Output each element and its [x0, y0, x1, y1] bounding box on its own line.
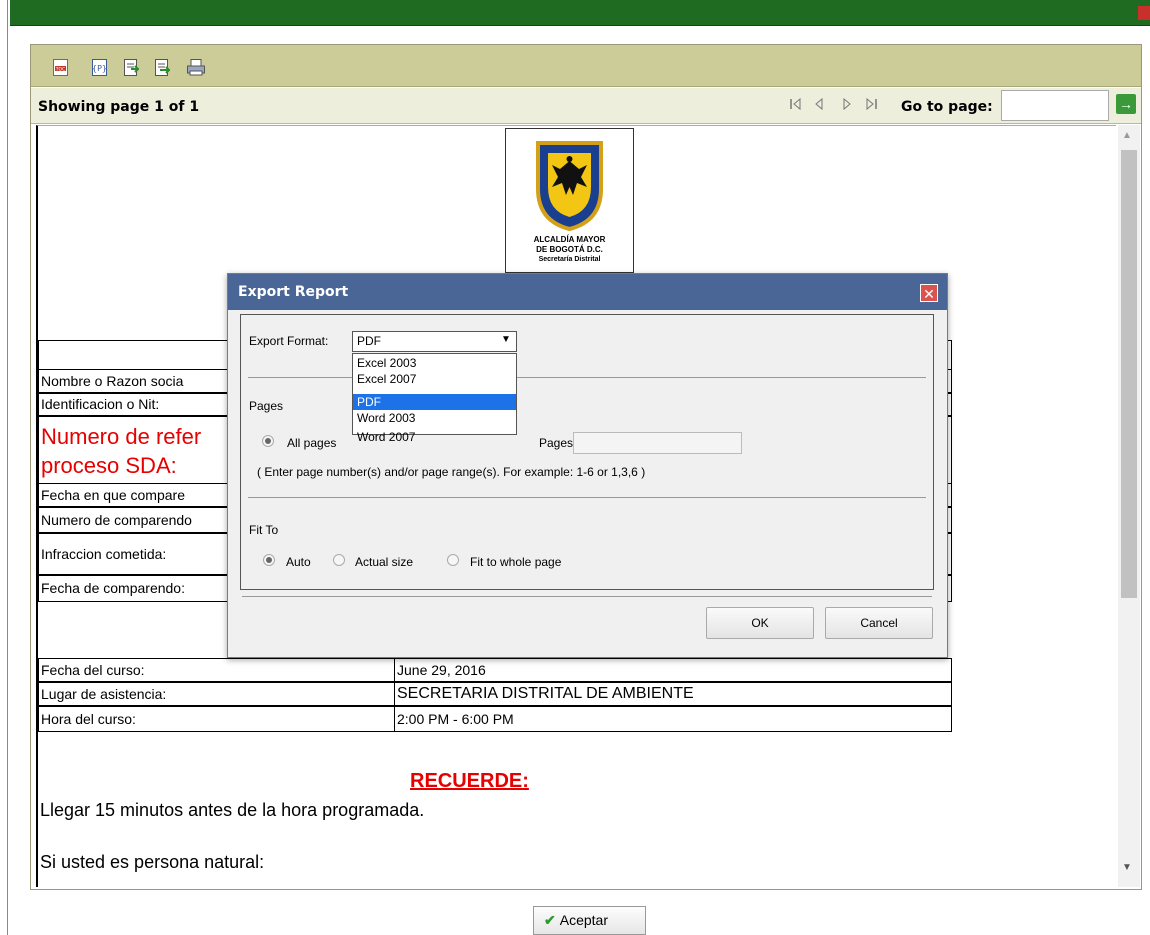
export-format-label: Export Format: — [249, 334, 329, 348]
pages-label: Pages: — [539, 436, 577, 450]
chevron-down-icon[interactable]: ▼ — [501, 334, 511, 345]
scroll-down-icon[interactable]: ▼ — [1122, 862, 1132, 873]
fit-to-heading: Fit To — [249, 523, 279, 537]
row-label: Identificacion o Nit: — [41, 396, 160, 412]
toc-icon[interactable]: TOC — [53, 59, 68, 76]
scroll-up-icon[interactable]: ▲ — [1122, 130, 1132, 141]
logo-line-2: DE BOGOTÁ D.C. — [536, 245, 603, 254]
pages-heading: Pages — [249, 399, 284, 413]
logo-line-3: Secretaría Distrital — [538, 256, 601, 263]
course-label: Fecha del curso: — [38, 658, 395, 682]
row-label: Infraccion cometida: — [41, 546, 167, 562]
fit-actual-size-radio[interactable] — [333, 554, 345, 566]
goto-page-input[interactable] — [1001, 90, 1109, 121]
last-page-icon[interactable] — [864, 97, 878, 114]
svg-text:TOC: TOC — [55, 66, 65, 72]
all-pages-label: All pages — [287, 436, 337, 450]
dialog-title: Export Report — [238, 284, 349, 300]
prev-page-icon[interactable] — [813, 97, 825, 114]
format-option-excel-2003[interactable]: Excel 2003 — [353, 355, 516, 371]
parameters-icon[interactable]: {P} — [92, 59, 107, 76]
recuerde-heading: RECUERDE: — [410, 770, 529, 792]
format-option-pdf[interactable]: PDF — [353, 394, 516, 410]
aceptar-label: Aceptar — [559, 912, 608, 928]
course-label: Lugar de asistencia: — [38, 682, 395, 706]
checkmark-icon: ✔ — [544, 912, 556, 928]
export-format-value: PDF — [357, 334, 381, 348]
course-label: Hora del curso: — [38, 706, 395, 732]
next-page-icon[interactable] — [841, 97, 853, 114]
reminder-line-2: Si usted es persona natural: — [40, 852, 265, 872]
pages-input[interactable] — [573, 432, 742, 454]
viewer-toolbar: TOC {P} — [31, 45, 1141, 87]
fit-auto-radio[interactable] — [263, 554, 275, 566]
fit-actual-size-label: Actual size — [355, 555, 414, 569]
logo-caption: ALCALDÍA MAYOR DE BOGOTÁ D.C. Secretaría… — [505, 235, 634, 265]
course-value: SECRETARIA DISTRITAL DE AMBIENTE — [394, 682, 952, 706]
print-icon[interactable] — [187, 59, 205, 76]
fit-whole-page-radio[interactable] — [447, 554, 459, 566]
all-pages-radio[interactable] — [262, 435, 274, 447]
cancel-button[interactable]: Cancel — [825, 607, 933, 639]
fit-whole-page-label: Fit to whole page — [470, 555, 562, 569]
ok-button[interactable]: OK — [706, 607, 814, 639]
aceptar-button[interactable]: ✔ Aceptar — [533, 906, 646, 935]
page-status: Showing page 1 of 1 — [38, 99, 200, 115]
reminder-line-1: Llegar 15 minutos antes de la hora progr… — [40, 800, 425, 820]
export-data-icon[interactable] — [124, 59, 141, 76]
divider — [248, 497, 926, 498]
first-page-icon[interactable] — [789, 97, 803, 114]
export-report-icon[interactable] — [155, 59, 172, 76]
svg-text:{P}: {P} — [92, 64, 107, 73]
logo-line-1: ALCALDÍA MAYOR — [533, 235, 606, 244]
scrollbar-thumb[interactable] — [1121, 150, 1137, 598]
window-left-edge — [7, 0, 8, 935]
row-label: Numero de comparendo — [41, 512, 192, 528]
course-value: 2:00 PM - 6:00 PM — [394, 706, 952, 732]
format-option-excel-2007[interactable]: Excel 2007 — [353, 371, 516, 387]
window-titlebar — [10, 0, 1150, 26]
row-label: Nombre o Razon socia — [41, 373, 184, 389]
format-option-word-2007[interactable]: Word 2007 — [353, 429, 516, 445]
divider — [248, 377, 926, 378]
close-icon[interactable]: ✕ — [920, 284, 938, 302]
arrow-right-icon[interactable]: → — [1116, 94, 1136, 114]
row-label: Fecha en que compare — [41, 487, 185, 503]
course-value: June 29, 2016 — [394, 658, 952, 682]
row-label: Fecha de comparendo: — [41, 580, 185, 596]
format-option-word-2003[interactable]: Word 2003 — [353, 410, 516, 426]
goto-page-label: Go to page: — [901, 99, 993, 115]
window-close-icon[interactable] — [1138, 6, 1150, 20]
pages-hint: ( Enter page number(s) and/or page range… — [257, 465, 646, 479]
divider — [242, 596, 932, 597]
fit-auto-label: Auto — [286, 555, 311, 569]
